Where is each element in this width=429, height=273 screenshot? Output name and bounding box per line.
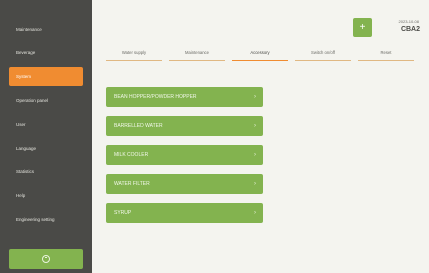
chevron-right-icon: ›	[254, 152, 256, 158]
chevron-right-icon: ›	[254, 210, 256, 216]
power-icon	[42, 255, 50, 263]
list-item-label: SYRUP	[114, 210, 132, 216]
milk-cooler-button[interactable]: MILK COOLER ›	[106, 145, 263, 165]
tab-switch-on-off[interactable]: Switch on/off	[293, 47, 353, 61]
sidebar-item-operation-panel[interactable]: Operation panel	[9, 91, 83, 110]
sidebar-item-beverage[interactable]: Beverage	[9, 43, 83, 62]
list-item-label: WATER FILTER	[114, 181, 150, 187]
sidebar-item-system[interactable]: System	[9, 67, 83, 86]
tab-reset[interactable]: Reset	[356, 47, 416, 61]
chevron-right-icon: ›	[254, 94, 256, 100]
sidebar-item-user[interactable]: User	[9, 115, 83, 134]
tab-bar: Water supply Maintenance Accessory Switc…	[104, 47, 416, 63]
chevron-right-icon: ›	[254, 123, 256, 129]
list-item-label: BEAN HOPPER/POWDER HOPPER	[114, 94, 197, 100]
status-date: 2023-10-08	[398, 19, 419, 24]
sidebar-item-language[interactable]: Language	[9, 139, 83, 158]
list-item-label: BARRELLED WATER	[114, 123, 163, 129]
power-button[interactable]	[9, 249, 83, 269]
barrelled-water-button[interactable]: BARRELLED WATER ›	[106, 116, 263, 136]
status-code: CBA2	[400, 26, 420, 33]
chevron-right-icon: ›	[254, 181, 256, 187]
sidebar-item-maintenance[interactable]: Maintenance	[9, 20, 83, 39]
add-button[interactable]: +	[353, 18, 372, 37]
plus-icon: +	[359, 21, 366, 33]
tab-accessory[interactable]: Accessory	[230, 47, 290, 61]
settings-screen: Maintenance Beverage System Operation pa…	[0, 0, 429, 273]
sidebar-item-help[interactable]: Help	[9, 186, 83, 205]
list-item-label: MILK COOLER	[114, 152, 149, 158]
bean-hopper-button[interactable]: BEAN HOPPER/POWDER HOPPER ›	[106, 87, 263, 107]
sidebar-item-engineering-setting[interactable]: Engineering setting	[9, 210, 83, 229]
sidebar-item-statistics[interactable]: Statistics	[9, 162, 83, 181]
sidebar: Maintenance Beverage System Operation pa…	[0, 0, 92, 273]
syrup-button[interactable]: SYRUP ›	[106, 203, 263, 223]
tab-maintenance[interactable]: Maintenance	[167, 47, 227, 61]
water-filter-button[interactable]: WATER FILTER ›	[106, 174, 263, 194]
tab-water-supply[interactable]: Water supply	[104, 47, 164, 61]
